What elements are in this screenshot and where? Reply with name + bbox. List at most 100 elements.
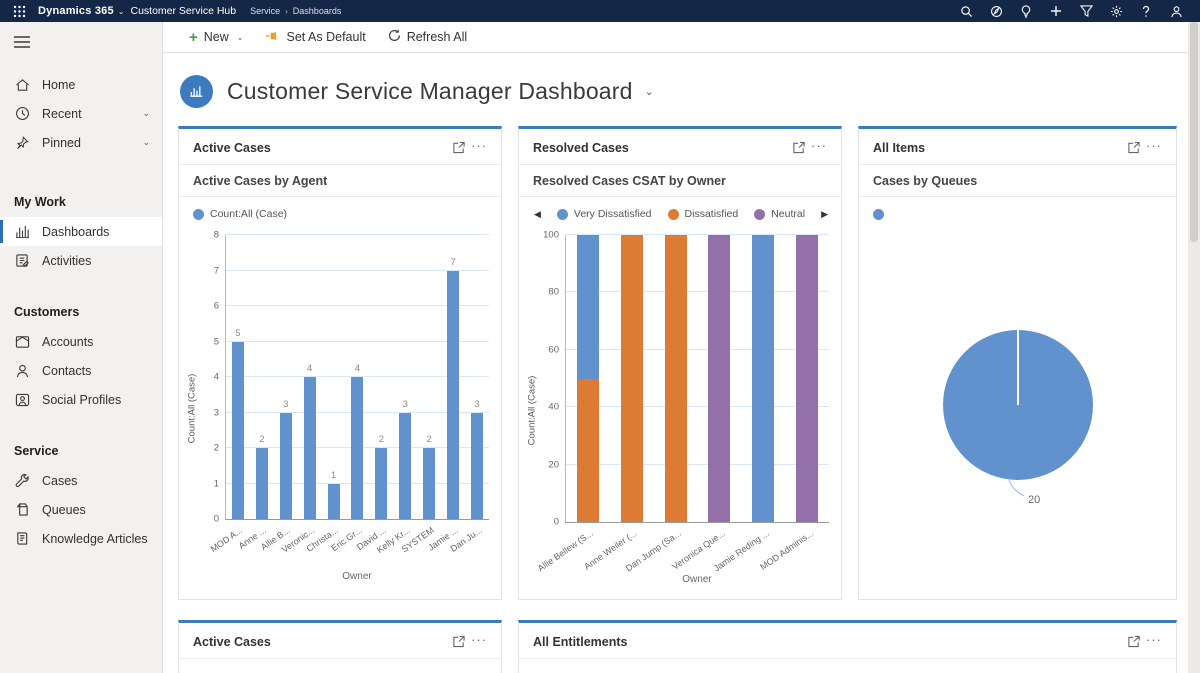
x-axis-title: Owner [225,571,489,582]
sidebar-item-activities[interactable]: Activities [0,246,162,275]
stacked-bar-chart-resolved-cases-csat: Count:All (Case)020406080100Allie Bellew… [519,229,841,585]
legend-scroll-right-icon[interactable]: ▶ [820,209,829,220]
plus-icon: + [189,30,198,45]
bar-value-label: 1 [331,470,336,481]
more-options-icon[interactable]: ··· [1144,632,1164,651]
bar-slot [566,235,610,522]
app-chevron-down-icon[interactable]: ⌄ [118,7,125,16]
bar-slot: 2 [250,235,274,519]
bar[interactable] [399,413,411,520]
gear-icon[interactable] [1104,1,1128,21]
sidebar-item-recent[interactable]: Recent ⌄ [0,99,162,128]
set-as-default-button[interactable]: Set As Default [256,22,374,52]
filter-icon[interactable] [1074,1,1098,21]
breadcrumb-service[interactable]: Service [250,6,280,16]
bar[interactable] [304,377,316,519]
hub-name[interactable]: Customer Service Hub [130,5,236,17]
help-icon[interactable] [1134,1,1158,21]
pie-label-leader-line [1008,478,1024,496]
bar[interactable] [328,484,340,520]
sidebar-item-pinned[interactable]: Pinned ⌄ [0,128,162,157]
stacked-bar-segment[interactable] [752,235,774,522]
breadcrumb-dashboards[interactable]: Dashboards [293,6,342,16]
sidebar-item-label: Contacts [42,364,91,378]
chart-plot-area: 020406080100Allie Bellew (S...Anne Weile… [539,235,829,585]
chart-legend: ◀Very DissatisfiedDissatisfiedNeutral▶ [519,197,841,229]
user-icon[interactable] [1164,1,1188,21]
bar-value-label: 4 [355,363,360,374]
sidebar-item-cases[interactable]: Cases [0,466,162,495]
bar[interactable] [423,448,435,519]
more-options-icon[interactable]: ··· [469,138,489,157]
chart-title: Resolved Cases CSAT by Owner [519,165,841,197]
more-options-icon[interactable]: ··· [809,138,829,157]
bar[interactable] [280,413,292,520]
bars: 52341423273 [226,235,489,519]
expand-icon[interactable] [1124,634,1144,650]
legend-scroll-left-icon[interactable]: ◀ [533,209,542,220]
command-bar: + New ⌄ Set As Default Refresh All [163,22,1200,53]
bar[interactable] [375,448,387,519]
bar-value-label: 4 [307,363,312,374]
lightbulb-icon[interactable] [1014,1,1038,21]
compass-icon[interactable] [984,1,1008,21]
new-button[interactable]: + New ⌄ [180,22,252,52]
social-profiles-icon [14,392,30,408]
new-button-label: New [204,30,229,44]
bar-value-label: 2 [379,434,384,445]
bar-slot [741,235,785,522]
chevron-down-icon[interactable]: ⌄ [142,108,150,119]
stacked-bar-segment[interactable] [621,235,643,522]
bar[interactable] [471,413,483,520]
bar[interactable] [351,377,363,519]
x-tick-label: MOD A... [208,525,244,554]
stacked-bar-segment[interactable] [665,235,687,522]
sidebar-item-queues[interactable]: Queues [0,495,162,524]
plot: 020406080100 [565,235,829,523]
y-tick-label: 8 [214,230,219,241]
stacked-bar-segment[interactable] [708,235,730,522]
bar-slot [654,235,698,522]
more-options-icon[interactable]: ··· [469,632,489,651]
stacked-bar-segment[interactable] [796,235,818,522]
app-launcher-waffle-icon[interactable] [8,0,30,22]
chevron-down-icon[interactable]: ⌄ [237,33,244,42]
hamburger-menu-icon[interactable] [0,28,40,56]
expand-icon[interactable] [1124,140,1144,156]
sidebar-item-label: Activities [42,254,91,268]
chevron-down-icon[interactable]: ⌄ [142,137,150,148]
more-options-icon[interactable]: ··· [1144,138,1164,157]
pie-svg: 20 [868,265,1168,555]
sidebar-item-home[interactable]: Home [0,70,162,99]
x-axis-labels: MOD A...Anne ...Allie B...Veronic...Chri… [225,523,489,569]
stacked-bar-segment[interactable] [577,379,599,523]
plus-icon[interactable] [1044,1,1068,21]
y-tick-label: 80 [548,287,559,298]
expand-icon[interactable] [789,140,809,156]
set-as-default-label: Set As Default [286,30,365,44]
bar[interactable] [447,271,459,520]
refresh-all-button[interactable]: Refresh All [379,22,476,52]
search-icon[interactable] [954,1,978,21]
chart-legend [859,197,1176,229]
y-tick-label: 0 [554,517,559,528]
sidebar-item-social-profiles[interactable]: Social Profiles [0,385,162,414]
chart-title: Active Cases by Agent [179,165,501,197]
dashboard-icon [180,75,213,108]
stacked-bar-segment[interactable] [577,235,599,379]
y-tick-label: 6 [214,301,219,312]
bar[interactable] [256,448,268,519]
vertical-scrollbar[interactable] [1188,22,1200,673]
sidebar-item-knowledge-articles[interactable]: Knowledge Articles [0,524,162,553]
y-tick-label: 60 [548,344,559,355]
sidebar-item-contacts[interactable]: Contacts [0,356,162,385]
app-name[interactable]: Dynamics 365 [38,5,114,17]
expand-icon[interactable] [449,634,469,650]
sidebar-item-accounts[interactable]: Accounts [0,327,162,356]
bar[interactable] [232,342,244,520]
dashboard-selector-chevron-icon[interactable]: ⌄ [645,85,654,98]
scrollbar-thumb[interactable] [1190,22,1198,242]
expand-icon[interactable] [449,140,469,156]
bar-slot: 4 [346,235,370,519]
sidebar-item-dashboards[interactable]: Dashboards [0,217,162,246]
